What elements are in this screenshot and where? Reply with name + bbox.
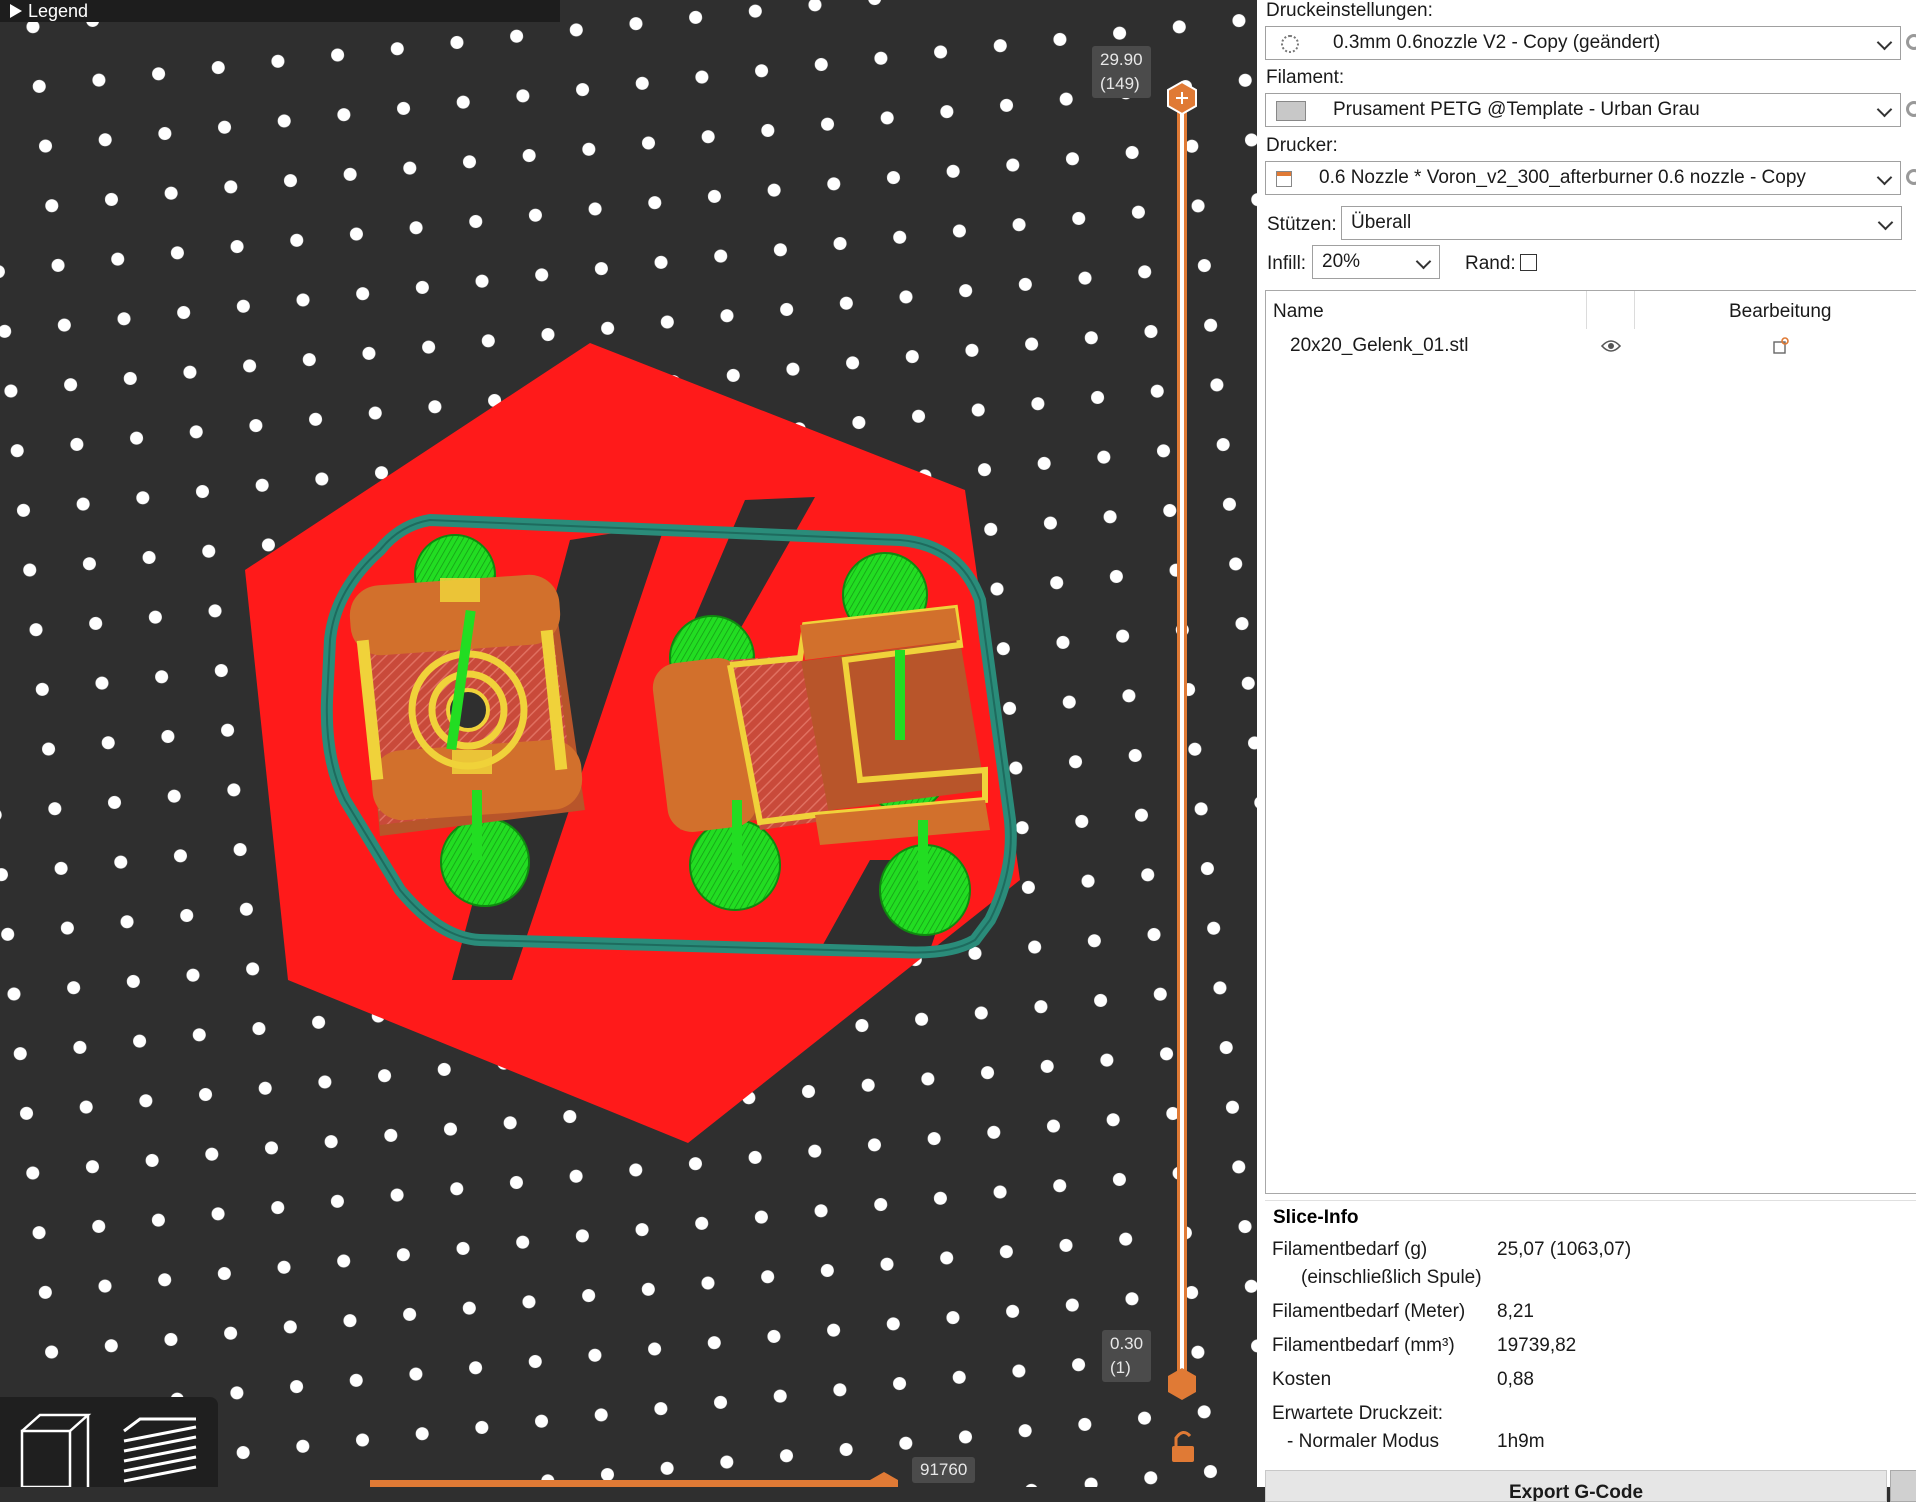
printer-label: Drucker: [1266, 135, 1338, 156]
print-settings-select[interactable]: 0.3mm 0.6nozzle V2 - Copy (geändert) [1265, 26, 1901, 60]
chevron-down-icon [1415, 253, 1432, 270]
cost-value: 0,88 [1497, 1369, 1534, 1390]
printer-icon [1276, 171, 1292, 187]
3d-view-icon[interactable] [20, 1413, 92, 1487]
filament-label: Filament: [1266, 67, 1345, 88]
filament-weight-value: 25,07 (1063,07) [1497, 1239, 1632, 1260]
horizontal-slider-track[interactable] [370, 1480, 890, 1487]
filament-color-swatch [1276, 101, 1306, 121]
horizontal-slider-value: 91760 [912, 1457, 976, 1483]
chevron-down-icon [1877, 214, 1894, 231]
filament-weight-label: Filamentbedarf (g) [1272, 1239, 1428, 1260]
filament-length-value: 8,21 [1497, 1301, 1534, 1322]
filament-length-label: Filamentbedarf (Meter) [1272, 1301, 1466, 1322]
filament-value: Prusament PETG @Template - Urban Grau [1333, 99, 1700, 120]
settings-gear-icon[interactable] [1906, 34, 1916, 50]
filament-volume-value: 19739,82 [1497, 1335, 1577, 1356]
infill-select[interactable]: 20% [1312, 245, 1440, 279]
send-to-printer-button[interactable] [1890, 1470, 1916, 1502]
layers-view-icon[interactable] [123, 1417, 197, 1483]
normal-mode-value: 1h9m [1497, 1431, 1545, 1452]
brim-label: Rand: [1465, 253, 1516, 274]
expand-triangle-icon [10, 4, 22, 18]
column-header-edit[interactable]: Bearbeitung [1729, 301, 1831, 323]
infill-label: Infill: [1267, 253, 1307, 274]
estimated-time-label: Erwartete Druckzeit: [1272, 1403, 1444, 1424]
filament-weight-sublabel: (einschließlich Spule) [1301, 1267, 1482, 1288]
printer-select[interactable]: 0.6 Nozzle * Voron_v2_300_afterburner 0.… [1265, 161, 1901, 195]
chevron-down-icon [1876, 169, 1893, 186]
legend-label: Legend [28, 1, 89, 21]
printer-settings-icon[interactable] [1906, 169, 1916, 185]
3d-viewport[interactable]: Legend 29.90 (149) 0.30 (1) 91760 [0, 0, 1257, 1487]
filament-settings-icon[interactable] [1906, 101, 1916, 117]
layer-bottom-tooltip: 0.30 (1) [1102, 1330, 1152, 1382]
supports-value: Überall [1351, 212, 1412, 233]
object-name: 20x20_Gelenk_01.stl [1290, 335, 1469, 356]
edit-icon[interactable] [1772, 337, 1790, 355]
layer-top-number: (149) [1100, 74, 1140, 93]
slice-info-title: Slice-Info [1273, 1207, 1359, 1228]
supports-select[interactable]: Überall [1341, 206, 1902, 240]
sliced-preview-scene[interactable] [0, 0, 1257, 1487]
eye-icon[interactable] [1601, 339, 1621, 353]
layer-top-height: 29.90 [1100, 50, 1143, 69]
print-settings-value: 0.3mm 0.6nozzle V2 - Copy (geändert) [1333, 32, 1661, 53]
layer-bottom-height: 0.30 [1110, 1334, 1144, 1353]
slice-info-panel: Slice-Info Filamentbedarf (g) (einschlie… [1265, 1200, 1916, 1471]
chevron-down-icon [1876, 34, 1893, 51]
legend-header[interactable]: Legend [0, 0, 560, 22]
chevron-down-icon [1876, 101, 1893, 118]
list-item[interactable]: 20x20_Gelenk_01.stl [1266, 329, 1916, 365]
object-list[interactable]: Name Bearbeitung 20x20_Gelenk_01.stl [1265, 290, 1916, 1194]
supports-label: Stützen: [1267, 214, 1337, 235]
printer-value: 0.6 Nozzle * Voron_v2_300_afterburner 0.… [1319, 167, 1806, 188]
infill-value: 20% [1322, 251, 1361, 272]
normal-mode-label: - Normaler Modus [1287, 1431, 1440, 1452]
print-settings-label: Druckeinstellungen: [1266, 0, 1433, 21]
layer-top-tooltip: 29.90 (149) [1092, 46, 1151, 98]
filament-volume-label: Filamentbedarf (mm³) [1272, 1335, 1455, 1356]
layer-bottom-number: (1) [1110, 1358, 1131, 1377]
column-header-name[interactable]: Name [1273, 301, 1324, 323]
view-toolbar [0, 1397, 218, 1487]
gear-icon [1281, 35, 1299, 53]
brim-checkbox[interactable] [1520, 254, 1537, 271]
export-gcode-button[interactable]: Export G-Code [1265, 1470, 1887, 1502]
filament-select[interactable]: Prusament PETG @Template - Urban Grau [1265, 93, 1901, 127]
cost-label: Kosten [1272, 1369, 1332, 1390]
